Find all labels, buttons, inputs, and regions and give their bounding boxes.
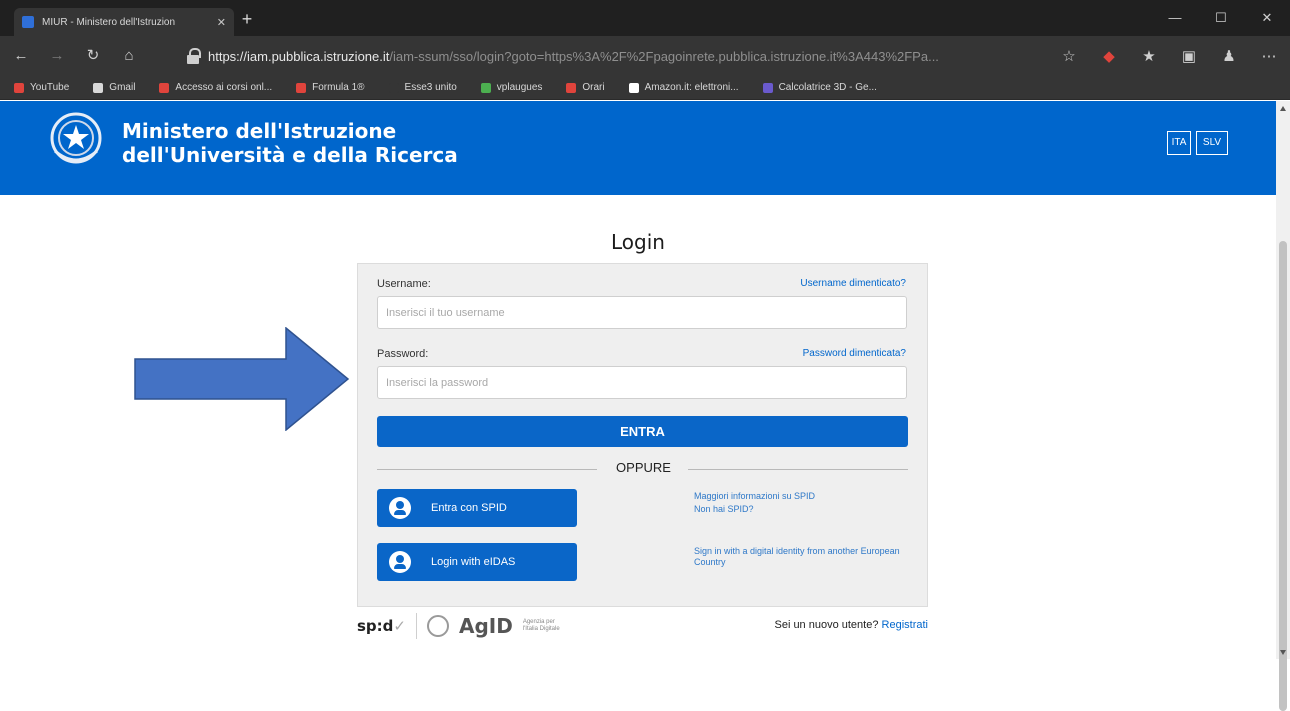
reload-icon[interactable]: ↻ <box>78 41 108 71</box>
bookmark-label: Accesso ai corsi onl... <box>175 82 273 93</box>
page-scrollbar[interactable] <box>1276 101 1290 711</box>
bookmark-item[interactable]: Formula 1® <box>296 82 365 93</box>
bookmark-label: Gmail <box>109 82 136 93</box>
tab-title: MIUR - Ministero dell'Istruzion <box>42 16 176 28</box>
browser-navbar: ← → ↻ ⌂ https://iam.pubblica.istruzione.… <box>0 36 1290 76</box>
miur-favicon-icon <box>22 16 34 28</box>
username-input[interactable] <box>377 296 907 329</box>
agid-logo-icon <box>426 615 449 637</box>
no-spid-link[interactable]: Non hai SPID? <box>694 504 754 515</box>
spid-login-button[interactable]: Entra con SPID <box>377 489 577 527</box>
lang-slv-button[interactable]: SLV <box>1196 131 1228 155</box>
bookmark-label: Calcolatrice 3D - Ge... <box>778 82 877 93</box>
bookmark-item[interactable]: Orari <box>566 82 605 93</box>
address-bar[interactable]: https://iam.pubblica.istruzione.it/iam-s… <box>186 42 1066 70</box>
collections-icon[interactable]: ▣ <box>1174 42 1204 72</box>
username-label: Username: <box>377 278 431 290</box>
password-forgot-link[interactable]: Password dimenticata? <box>803 348 906 359</box>
bookmark-favicon-icon <box>159 82 170 93</box>
new-user-text: Sei un nuovo utente? <box>774 619 879 631</box>
annotation-arrow-icon <box>134 327 350 431</box>
logo-divider <box>415 613 417 639</box>
minimize-button[interactable]: — <box>1152 0 1198 36</box>
bookmark-item[interactable]: Calcolatrice 3D - Ge... <box>762 82 877 93</box>
close-window-button[interactable]: ✕ <box>1244 0 1290 36</box>
bookmarks-bar: YouTube Gmail Accesso ai corsi onl... Formu… <box>0 76 1290 100</box>
oppure-separator: OPPURE <box>358 460 929 475</box>
bookmark-favicon-icon <box>762 82 773 93</box>
bookmark-favicon-icon <box>628 82 639 93</box>
bookmark-favicon-icon <box>14 82 24 93</box>
eidas-info-link[interactable]: Sign in with a digital identity from ano… <box>694 546 904 568</box>
bookmark-label: YouTube <box>30 82 70 93</box>
lang-ita-button[interactable]: ITA <box>1167 131 1191 155</box>
agid-logo: AgID <box>458 614 513 638</box>
bookmark-label: vplaugues <box>496 82 543 93</box>
republic-emblem-icon <box>50 112 102 164</box>
user-icon <box>389 551 411 573</box>
bookmark-favicon-icon <box>388 82 399 93</box>
bookmark-item[interactable]: Gmail <box>93 82 135 93</box>
bookmark-favicon-icon <box>566 82 577 93</box>
login-form: Username: Username dimenticato? Password… <box>357 263 928 607</box>
navbar-actions: ☆ ◆ ★ ▣ ♟ ⋯ <box>1044 42 1284 72</box>
page-viewport: Ministero dell'Istruzione dell'Universit… <box>0 101 1276 659</box>
site-header: Ministero dell'Istruzione dell'Universit… <box>0 101 1276 195</box>
forward-arrow-icon[interactable]: → <box>42 41 72 71</box>
scroll-down-icon[interactable] <box>1280 650 1286 655</box>
window-controls: — ☐ ✕ <box>1152 0 1290 36</box>
password-label: Password: <box>377 348 429 360</box>
bookmark-label: Orari <box>582 82 605 93</box>
bookmark-item[interactable]: Amazon.it: elettroni... <box>628 82 739 93</box>
footer-logos: sp:d✓ AgID Agenzia per l'Italia Digitale <box>357 611 563 641</box>
extension-icon[interactable]: ◆ <box>1094 42 1124 72</box>
oppure-label: OPPURE <box>606 460 681 475</box>
close-tab-icon[interactable]: ✕ <box>217 16 226 29</box>
eidas-button-label: Login with eIDAS <box>431 556 516 568</box>
bookmark-item[interactable]: Esse3 unito <box>388 82 457 93</box>
ministry-title-line1: Ministero dell'Istruzione <box>122 119 397 143</box>
new-tab-button[interactable]: + <box>236 8 258 30</box>
lock-icon[interactable] <box>186 48 201 64</box>
password-input[interactable] <box>377 366 907 399</box>
bookmark-label: Amazon.it: elettroni... <box>644 82 739 93</box>
bookmark-label: Esse3 unito <box>404 82 457 93</box>
bookmark-label: Formula 1® <box>312 82 365 93</box>
eidas-login-button[interactable]: Login with eIDAS <box>377 543 577 581</box>
spid-button-label: Entra con SPID <box>431 502 507 514</box>
more-menu-icon[interactable]: ⋯ <box>1254 42 1284 72</box>
favorites-icon[interactable]: ★ <box>1134 42 1164 72</box>
page-title: Login <box>611 230 665 254</box>
bookmark-item[interactable]: Accesso ai corsi onl... <box>159 82 272 93</box>
profile-icon[interactable]: ♟ <box>1214 42 1244 72</box>
home-icon[interactable]: ⌂ <box>114 41 144 71</box>
browser-titlebar: MIUR - Ministero dell'Istruzion ✕ + — ☐ … <box>0 0 1290 36</box>
scrollbar-thumb[interactable] <box>1279 241 1287 711</box>
login-submit-button[interactable]: ENTRA <box>377 416 908 447</box>
bookmark-favicon-icon <box>480 82 491 93</box>
url-text[interactable]: https://iam.pubblica.istruzione.it/iam-s… <box>208 49 939 64</box>
agid-subtitle: Agenzia per l'Italia Digitale <box>522 619 560 632</box>
back-arrow-icon[interactable]: ← <box>6 41 36 71</box>
ministry-title-line2: dell'Università e della Ricerca <box>122 143 458 167</box>
spid-info-link[interactable]: Maggiori informazioni su SPID <box>694 491 815 502</box>
register-link[interactable]: Registrati <box>882 619 928 631</box>
bookmark-item[interactable]: vplaugues <box>480 82 543 93</box>
username-forgot-link[interactable]: Username dimenticato? <box>800 278 906 289</box>
spid-logo: sp:d✓ <box>357 617 406 635</box>
bookmark-favicon-icon <box>296 82 307 93</box>
user-icon <box>389 497 411 519</box>
favorite-star-icon[interactable]: ☆ <box>1054 42 1084 72</box>
maximize-button[interactable]: ☐ <box>1198 0 1244 36</box>
new-user-prompt: Sei un nuovo utente? Registrati <box>774 619 928 631</box>
scroll-up-icon[interactable] <box>1280 106 1286 111</box>
bookmark-favicon-icon <box>93 82 104 93</box>
browser-tab[interactable]: MIUR - Ministero dell'Istruzion ✕ <box>14 8 234 36</box>
bookmark-item[interactable]: YouTube <box>14 82 69 93</box>
ministry-title[interactable]: Ministero dell'Istruzione dell'Universit… <box>122 119 458 167</box>
